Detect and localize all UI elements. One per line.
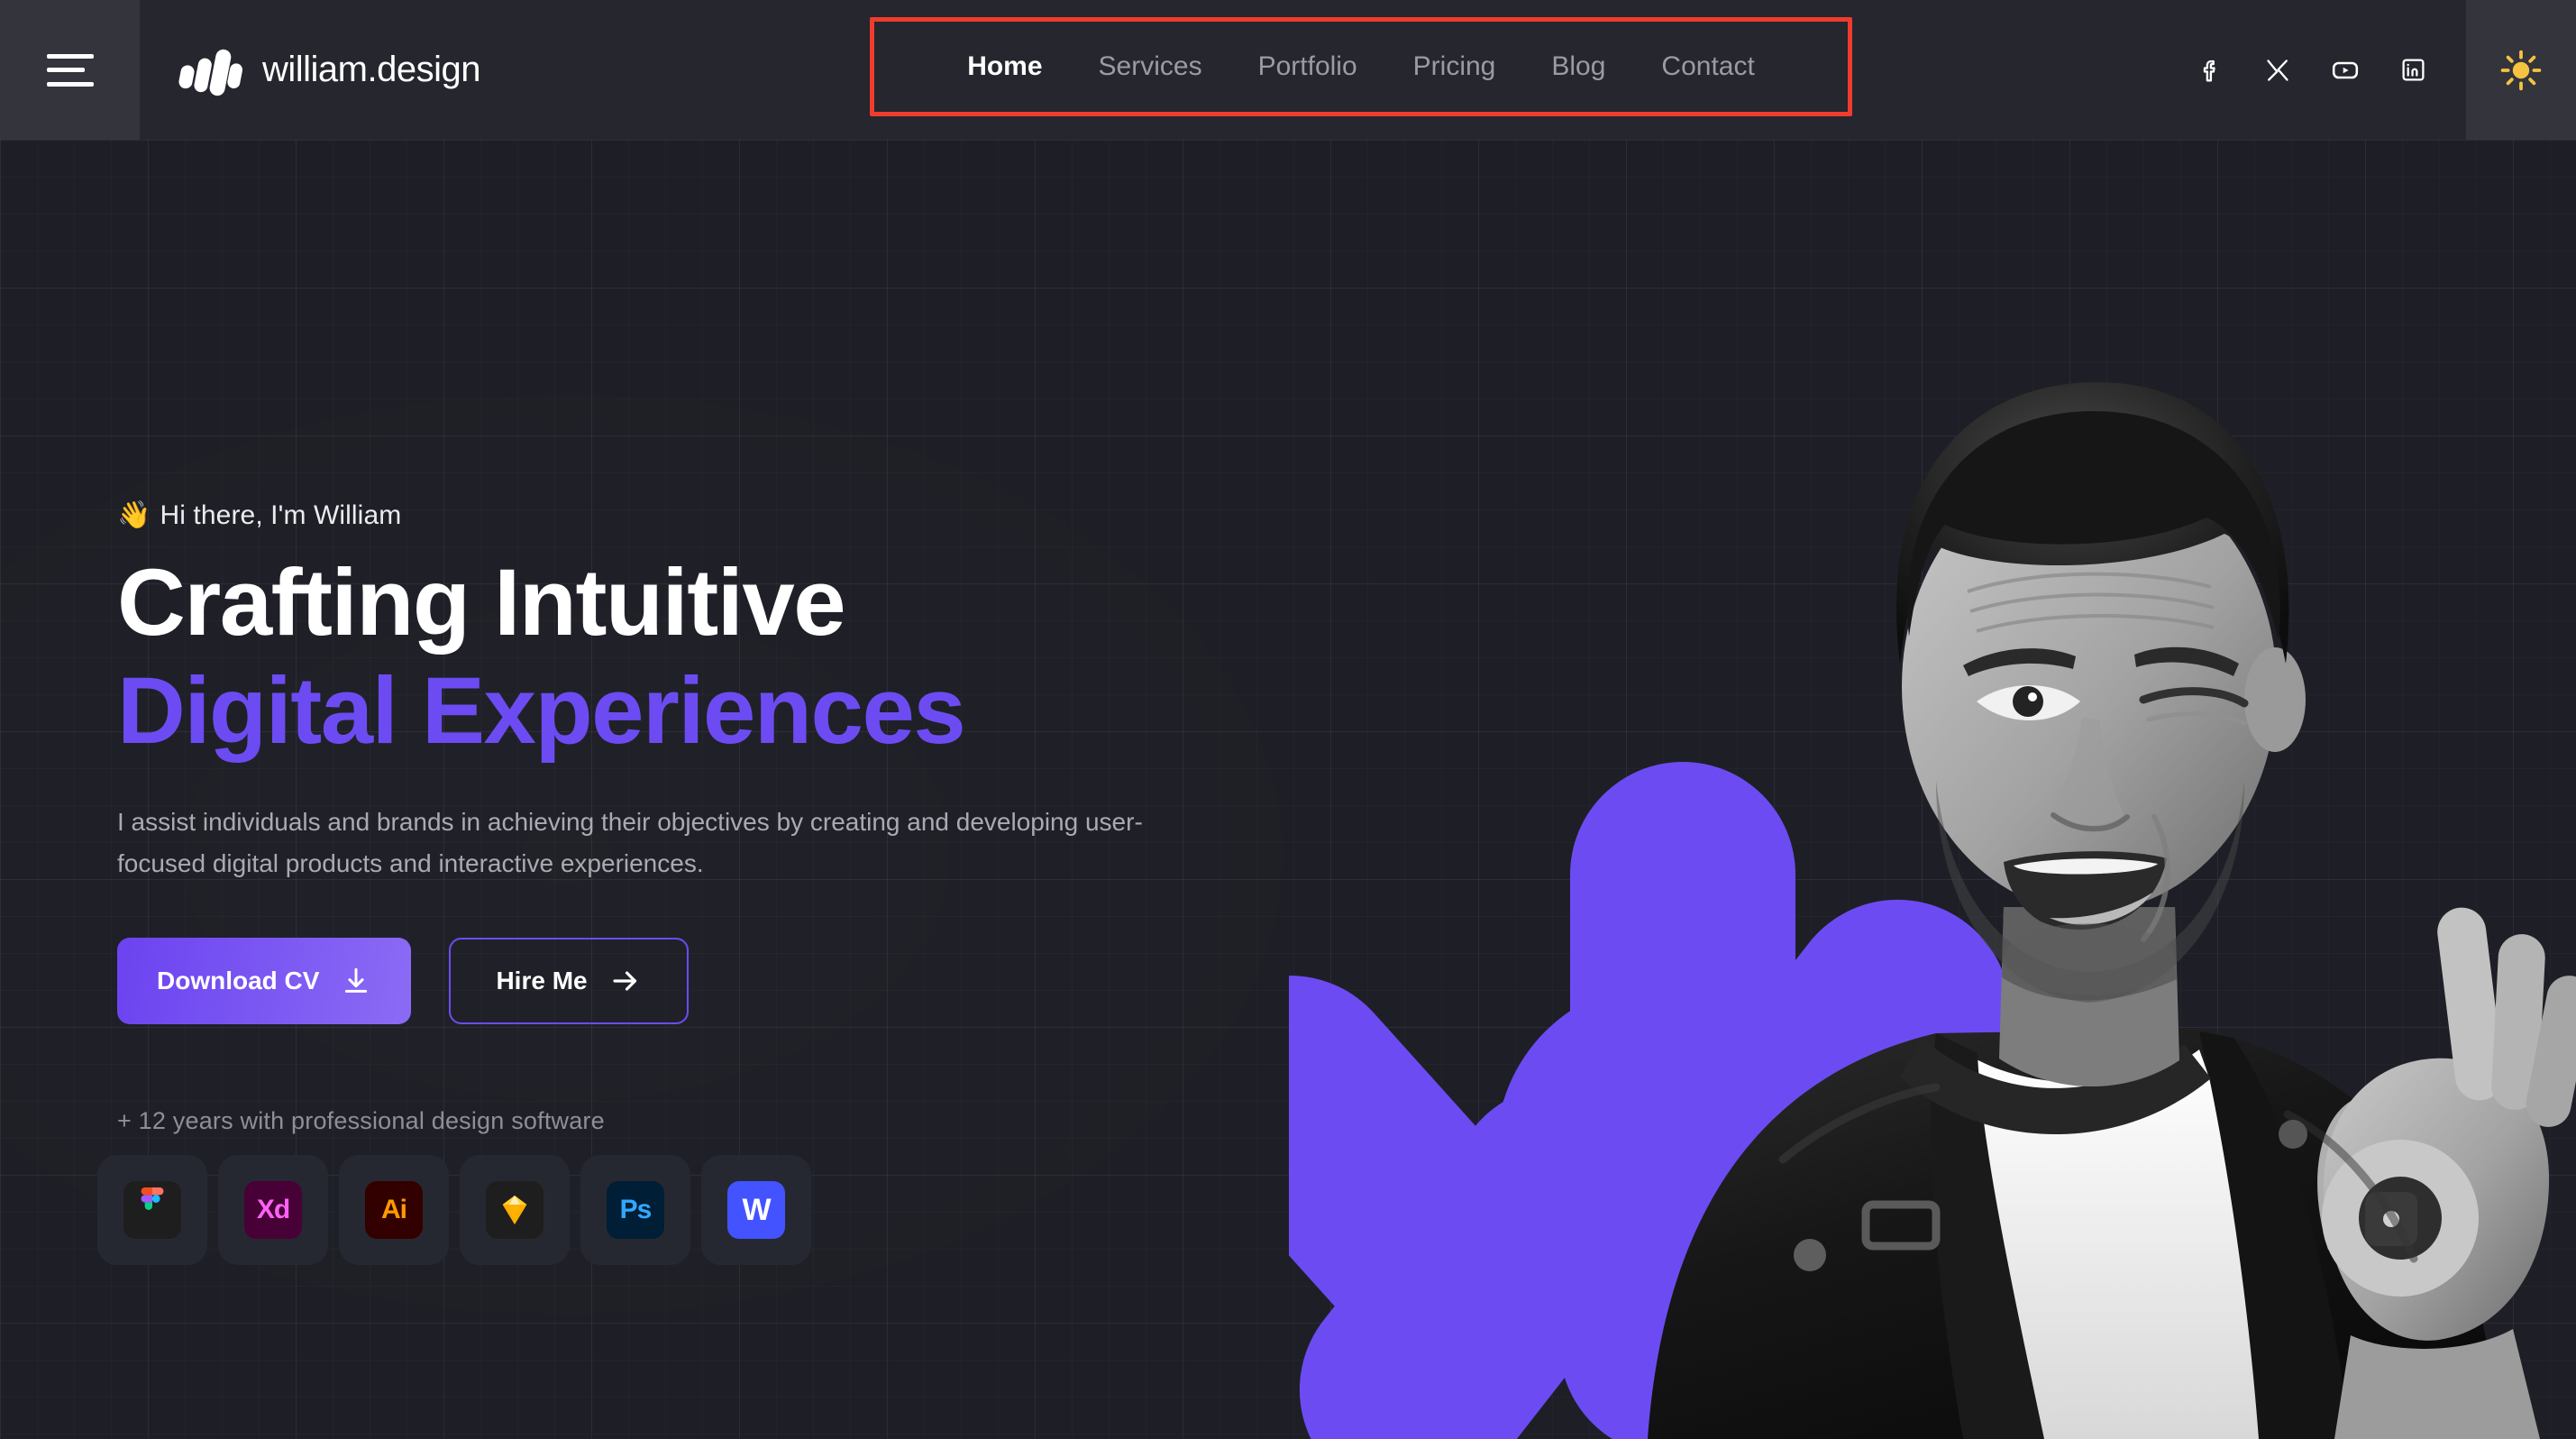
tool-webflow[interactable]: W	[701, 1155, 811, 1265]
tool-sketch[interactable]	[460, 1155, 570, 1265]
download-cv-label: Download CV	[157, 967, 320, 994]
hero-title-line-1: Crafting Intuitive	[117, 550, 846, 655]
tool-photoshop[interactable]: Ps	[580, 1155, 690, 1265]
nav-item-services[interactable]: Services	[1071, 53, 1230, 80]
hero-greeting: 👋 Hi there, I'm William	[117, 500, 1361, 531]
nav-item-pricing[interactable]: Pricing	[1385, 53, 1524, 80]
purple-flower-shape	[1289, 762, 2028, 1439]
hero-section: 👋 Hi there, I'm William Crafting Intuiti…	[0, 140, 2576, 1439]
theme-toggle-button[interactable]	[2466, 0, 2576, 140]
hamburger-menu-button[interactable]	[0, 0, 140, 140]
hero-greeting-text: Hi there, I'm William	[160, 500, 402, 530]
photoshop-icon: Ps	[607, 1181, 664, 1239]
tool-adobe-xd[interactable]: Xd	[218, 1155, 328, 1265]
hero-description: I assist individuals and brands in achie…	[117, 808, 1143, 877]
hero-title-line-2: Digital Experiences	[117, 658, 966, 765]
page-root: william.design Home Services Portfolio P…	[0, 0, 2576, 1439]
waveform-bars-logo	[178, 45, 244, 97]
page-title: Crafting Intuitive Digital Experiences	[117, 550, 1361, 765]
brand-name: william.design	[262, 50, 480, 89]
illustrator-icon: Ai	[365, 1181, 423, 1239]
tool-illustrator[interactable]: Ai	[339, 1155, 449, 1265]
youtube-icon[interactable]	[2330, 55, 2361, 86]
design-tools-list: Xd Ai Ps W	[97, 1155, 1361, 1265]
adobe-xd-icon: Xd	[244, 1181, 302, 1239]
nav-item-portfolio[interactable]: Portfolio	[1230, 53, 1385, 80]
facebook-icon[interactable]	[2195, 55, 2225, 86]
waving-hand-icon: 👋	[117, 500, 151, 530]
hero-cta-group: Download CV Hire Me	[117, 938, 1361, 1024]
tools-label: + 12 years with professional design soft…	[117, 1107, 605, 1134]
hire-me-label: Hire Me	[496, 967, 588, 994]
sketch-icon	[486, 1181, 544, 1239]
download-cv-button[interactable]: Download CV	[117, 938, 412, 1024]
sun-icon	[2500, 50, 2542, 90]
portrait-photo	[1512, 276, 2576, 1439]
main-navigation: Home Services Portfolio Pricing Blog Con…	[870, 17, 1852, 116]
download-icon	[345, 967, 368, 993]
nav-item-blog[interactable]: Blog	[1523, 53, 1633, 80]
webflow-icon: W	[727, 1181, 785, 1239]
figma-icon	[123, 1181, 181, 1239]
linkedin-icon[interactable]	[2398, 55, 2428, 86]
nav-item-home[interactable]: Home	[939, 53, 1070, 80]
tool-figma[interactable]	[97, 1155, 207, 1265]
hero-copy: 👋 Hi there, I'm William Crafting Intuiti…	[97, 500, 1361, 1265]
nav-list: Home Services Portfolio Pricing Blog Con…	[939, 53, 1783, 80]
hamburger-menu-icon	[46, 53, 94, 87]
arrow-right-icon	[613, 971, 636, 991]
social-links	[2195, 0, 2466, 140]
nav-item-contact[interactable]: Contact	[1633, 53, 1782, 80]
brand-logo[interactable]: william.design	[140, 0, 480, 140]
hire-me-button[interactable]: Hire Me	[449, 938, 689, 1024]
header-right-cluster	[2195, 0, 2576, 140]
x-twitter-icon[interactable]	[2262, 55, 2293, 86]
